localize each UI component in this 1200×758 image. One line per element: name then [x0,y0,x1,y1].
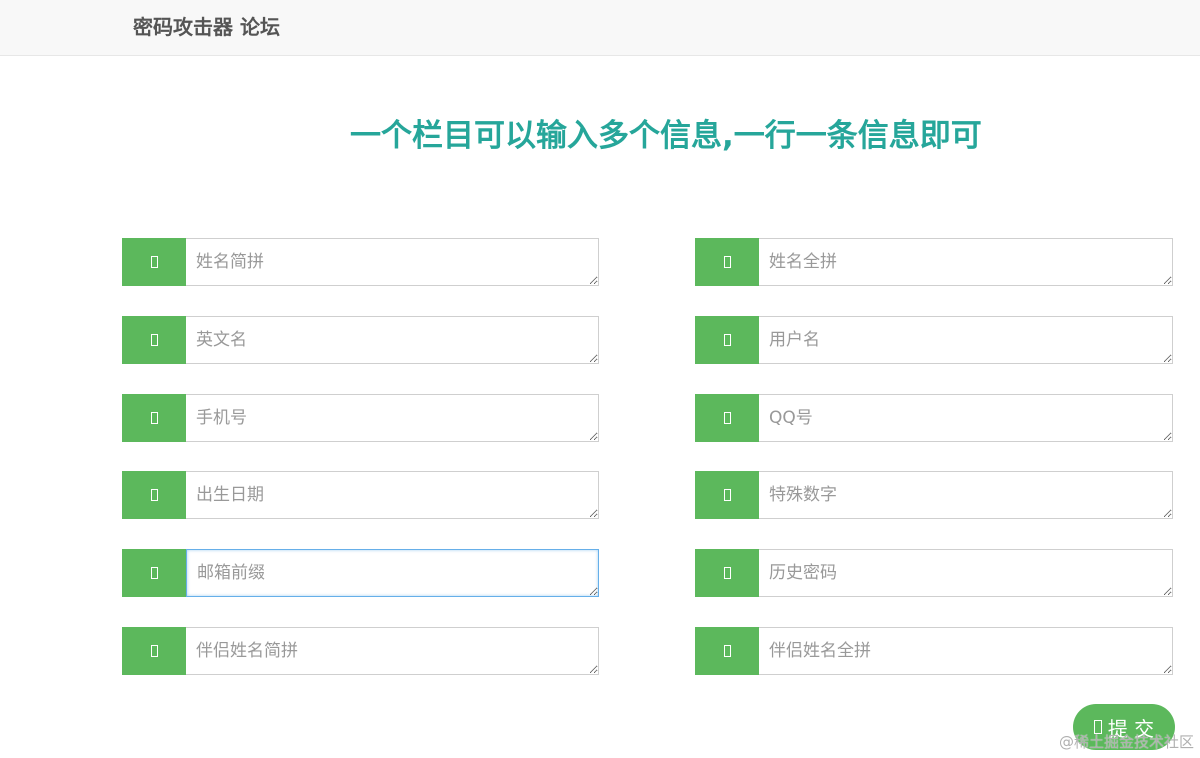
field-addon-icon [122,394,186,442]
email-prefix-input[interactable] [186,549,599,597]
field-addon-icon [122,316,186,364]
watermark: @稀土掘金技术社区 [1058,733,1194,751]
field-partner-initials [122,627,599,675]
partner-full-name-input[interactable] [759,627,1173,675]
field-history-password [695,549,1173,597]
field-addon-icon [695,316,759,364]
field-addon-icon [122,238,186,286]
partner-initials-input[interactable] [186,627,599,675]
field-birthdate [122,471,599,519]
field-partner-full-name [695,627,1173,675]
field-addon-icon [695,238,759,286]
field-full-name [695,238,1173,286]
field-phone [122,394,599,442]
field-english-name [122,316,599,364]
field-qq [695,394,1173,442]
full-name-input[interactable] [759,238,1173,286]
field-addon-icon [695,549,759,597]
english-name-input[interactable] [186,316,599,364]
name-initials-input[interactable] [186,238,599,286]
field-email-prefix [122,549,599,597]
field-username [695,316,1173,364]
brand-title[interactable]: 密码攻击器 论坛 [133,13,280,41]
field-addon-icon [122,471,186,519]
qq-input[interactable] [759,394,1173,442]
top-navbar: 密码攻击器 论坛 [0,0,1200,56]
field-special-number [695,471,1173,519]
field-addon-icon [122,549,186,597]
field-name-initials [122,238,599,286]
username-input[interactable] [759,316,1173,364]
field-addon-icon [122,627,186,675]
special-number-input[interactable] [759,471,1173,519]
phone-input[interactable] [186,394,599,442]
field-addon-icon [695,471,759,519]
history-password-input[interactable] [759,549,1173,597]
field-addon-icon [695,394,759,442]
field-addon-icon [695,627,759,675]
page-heading: 一个栏目可以输入多个信息,一行一条信息即可 [350,118,982,154]
birthdate-input[interactable] [186,471,599,519]
